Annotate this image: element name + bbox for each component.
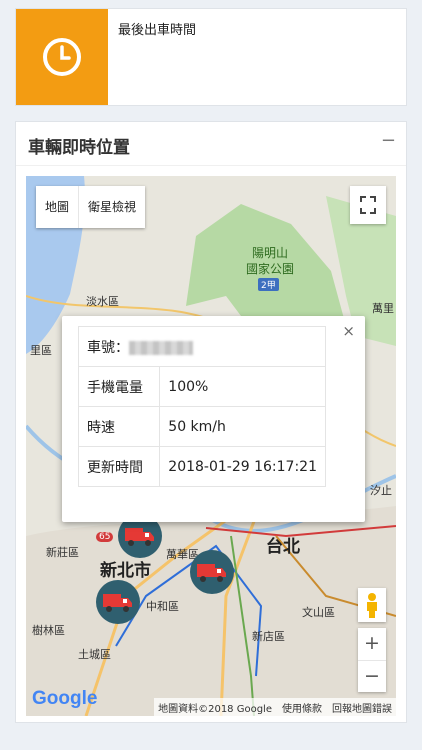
table-row: 更新時間 2018-01-29 16:17:21 <box>77 446 326 487</box>
label-route-2jia: 2甲 <box>258 278 279 291</box>
label-taipei: 台北 <box>266 537 300 557</box>
truck-icon <box>197 564 226 582</box>
clock-icon <box>43 38 81 76</box>
card-title: 車輛即時位置 <box>28 138 130 158</box>
vehicle-info-table: 車號： 手機電量 100% 時速 50 km/h 更新時間 2018-01-29… <box>77 326 326 487</box>
vehicle-location-card: 車輛即時位置 − 陽明山 國家公園 2甲 淡水區 里區 萬里 汐止 新莊區 萬華… <box>15 121 407 723</box>
vehicle-info-window: × 車號： 手機電量 100% 時速 50 km/h 更新時間 2018-01-… <box>62 316 365 522</box>
label-tucheng: 土城區 <box>78 648 111 661</box>
zoom-in-button[interactable]: + <box>358 628 386 660</box>
speed-label: 時速 <box>77 406 161 447</box>
fullscreen-button[interactable] <box>350 186 386 224</box>
map-data-text: 地圖資料©2018 Google <box>158 703 272 715</box>
last-dispatch-label: 最後出車時間 <box>118 23 197 38</box>
label-wenshan: 文山區 <box>302 606 335 619</box>
table-row: 車號： <box>78 326 326 367</box>
zoom-out-button[interactable]: − <box>358 660 386 692</box>
table-row: 時速 50 km/h <box>77 406 326 447</box>
last-dispatch-card: 最後出車時間 <box>15 8 407 106</box>
label-route-65: 65 <box>96 532 114 542</box>
label-xinbei: 新北市 <box>100 561 151 581</box>
fullscreen-icon <box>360 196 376 214</box>
updated-label: 更新時間 <box>77 446 161 487</box>
label-zhonghe: 中和區 <box>146 600 179 613</box>
updated-value: 2018-01-29 16:17:21 <box>159 446 326 487</box>
terms-link[interactable]: 使用條款 <box>282 700 322 715</box>
label-li: 里區 <box>30 344 52 357</box>
vehicle-marker[interactable] <box>190 550 234 594</box>
label-xinzhuang: 新莊區 <box>46 546 79 559</box>
map-type-control: 地圖 衛星檢視 <box>36 186 146 228</box>
battery-value: 100% <box>159 366 326 407</box>
street-view-button[interactable] <box>358 588 386 622</box>
map-canvas[interactable]: 陽明山 國家公園 2甲 淡水區 里區 萬里 汐止 新莊區 萬華區 新北市 台北 … <box>26 176 396 716</box>
truck-icon <box>125 528 154 546</box>
label-shulin: 樹林區 <box>32 624 65 637</box>
label-danshui: 淡水區 <box>86 295 119 308</box>
plate-redaction <box>129 340 193 355</box>
collapse-button[interactable]: − <box>381 130 396 151</box>
google-logo: Google <box>32 688 98 709</box>
report-error-link[interactable]: 回報地圖錯誤 <box>332 700 392 715</box>
map-type-satellite-button[interactable]: 衛星檢視 <box>78 186 145 228</box>
pegman-icon <box>367 593 377 618</box>
truck-icon <box>103 594 132 612</box>
label-xindian: 新店區 <box>252 630 285 643</box>
label-wanli: 萬里 <box>372 302 394 315</box>
plate-cell: 車號： <box>78 326 326 367</box>
label-xizhi: 汐止 <box>370 484 392 497</box>
close-icon[interactable]: × <box>342 322 355 340</box>
speed-value: 50 km/h <box>159 406 326 447</box>
plate-label: 車號： <box>87 339 129 356</box>
card-header: 車輛即時位置 − <box>16 122 406 166</box>
map-attribution: 地圖資料©2018 Google 使用條款 回報地圖錯誤 <box>154 698 396 716</box>
zoom-control: + − <box>358 628 386 692</box>
vehicle-marker[interactable] <box>96 580 140 624</box>
table-row: 手機電量 100% <box>77 366 326 407</box>
clock-tile <box>16 9 108 105</box>
label-yangmingshan: 陽明山 <box>252 246 289 260</box>
label-national-park: 國家公園 <box>246 262 295 276</box>
battery-label: 手機電量 <box>77 366 161 407</box>
map-type-map-button[interactable]: 地圖 <box>36 186 78 228</box>
